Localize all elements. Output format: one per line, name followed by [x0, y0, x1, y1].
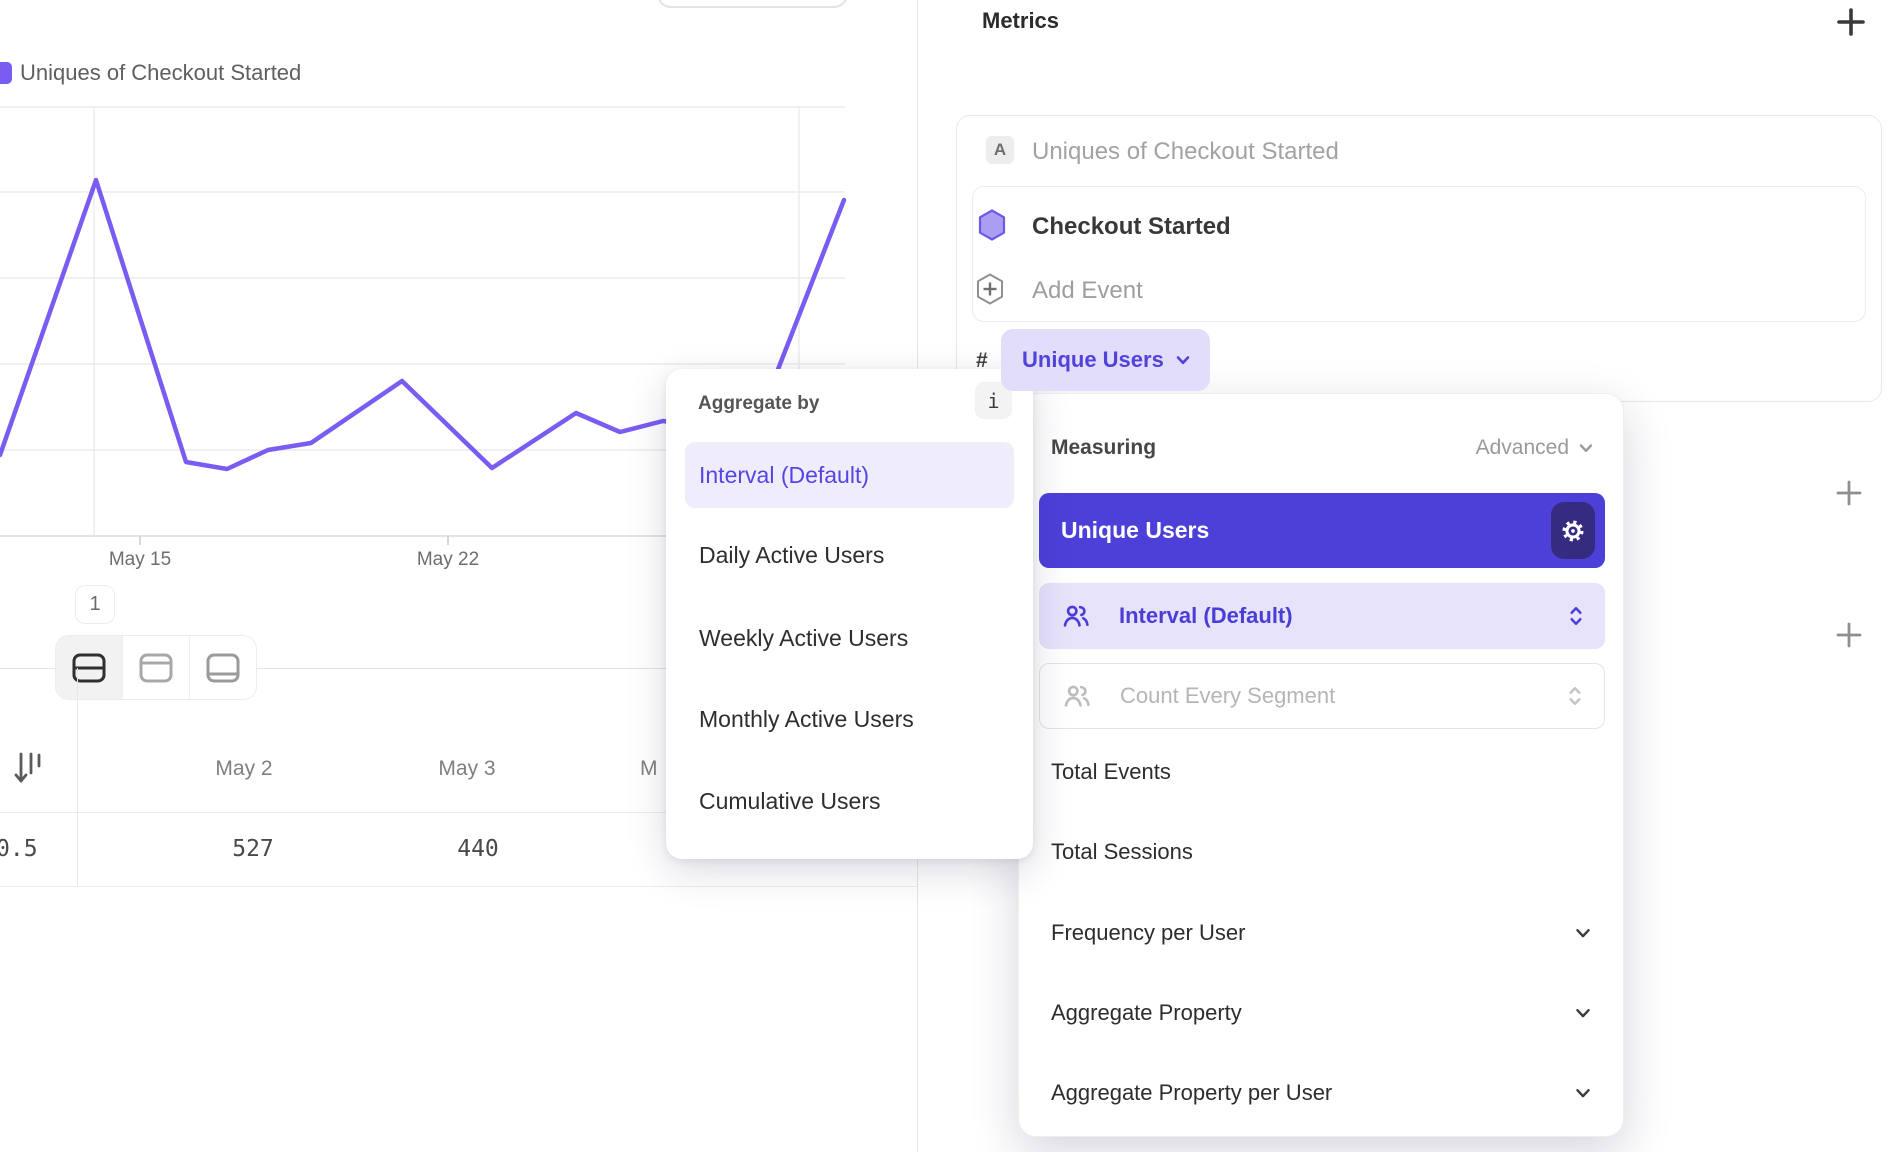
measuring-popover: Measuring Advanced Unique Users: [1018, 393, 1624, 1137]
measuring-option-total-sessions[interactable]: Total Sessions: [1051, 835, 1593, 869]
users-icon: [1061, 601, 1091, 631]
x-tick-may15: May 15: [80, 549, 200, 571]
aggregate-property-label: Aggregate Property: [1051, 1000, 1242, 1026]
aggregate-property-per-user-label: Aggregate Property per User: [1051, 1080, 1332, 1106]
analytics-app: Uniques of Checkout Started May 15 May 2…: [0, 0, 1898, 1152]
layout-toggle-group: [55, 635, 257, 700]
total-events-label: Total Events: [1051, 759, 1171, 785]
measuring-subrow-count-every-segment[interactable]: Count Every Segment: [1039, 663, 1605, 729]
chevron-down-icon: [1573, 923, 1593, 943]
aggregate-option-interval[interactable]: Interval (Default): [685, 442, 1014, 508]
add-section-icon-1[interactable]: [1835, 479, 1863, 507]
gear-icon: [1560, 518, 1586, 544]
unique-users-chip-label: Unique Users: [1022, 347, 1164, 373]
advanced-mode-toggle[interactable]: Advanced: [1476, 436, 1595, 460]
aggregate-option-daily[interactable]: Daily Active Users: [699, 542, 884, 569]
measuring-subrow-interval[interactable]: Interval (Default): [1039, 583, 1605, 649]
selected-option-label: Unique Users: [1061, 517, 1209, 544]
measuring-title: Measuring: [1051, 436, 1156, 460]
measuring-option-unique-users[interactable]: Unique Users: [1039, 493, 1605, 568]
chevron-down-icon: [1573, 1083, 1593, 1103]
x-tick-may22: May 22: [388, 549, 508, 571]
add-event-hexagon-icon[interactable]: [976, 272, 1004, 306]
add-event-button[interactable]: Add Event: [1032, 277, 1143, 305]
metric-name-input[interactable]: Uniques of Checkout Started: [1032, 138, 1339, 166]
users-icon: [1062, 681, 1092, 711]
aggregate-option-monthly[interactable]: Monthly Active Users: [699, 706, 914, 733]
select-arrows-icon: [1566, 683, 1584, 709]
legend-swatch: [0, 62, 12, 84]
metrics-panel-title: Metrics: [982, 8, 1059, 34]
aggregate-by-dropdown: Aggregate by i Interval (Default) Daily …: [666, 369, 1033, 859]
split-view-toggle-icon[interactable]: [56, 636, 122, 699]
table-only-toggle-icon[interactable]: [189, 636, 256, 699]
chart-legend-label: Uniques of Checkout Started: [20, 60, 301, 86]
aggregate-option-weekly[interactable]: Weekly Active Users: [699, 625, 908, 652]
table-row-label: 0.5: [0, 836, 56, 862]
chart-only-toggle-icon[interactable]: [122, 636, 189, 699]
add-section-icon-2[interactable]: [1835, 621, 1863, 649]
clipped-top-button[interactable]: [657, 0, 848, 8]
pagination-badge[interactable]: 1: [75, 585, 115, 624]
counting-prefix: #: [976, 349, 988, 373]
advanced-label: Advanced: [1476, 436, 1569, 460]
total-sessions-label: Total Sessions: [1051, 839, 1193, 865]
add-metric-header-icon[interactable]: [1834, 5, 1868, 39]
table-header-may3[interactable]: May 3: [357, 757, 577, 781]
chevron-down-icon: [1174, 351, 1192, 369]
select-arrows-icon: [1567, 603, 1585, 629]
measuring-option-frequency-per-user[interactable]: Frequency per User: [1051, 916, 1593, 950]
measuring-option-aggregate-property-per-user[interactable]: Aggregate Property per User: [1051, 1076, 1593, 1110]
table-header-may2[interactable]: May 2: [134, 757, 354, 781]
table-cell-may2: 527: [143, 836, 363, 862]
measuring-option-aggregate-property[interactable]: Aggregate Property: [1051, 996, 1593, 1030]
metric-badge: A: [986, 136, 1014, 164]
interval-option-label: Interval (Default): [699, 462, 869, 489]
sort-descending-icon[interactable]: [13, 750, 47, 790]
event-row-checkout-started[interactable]: Checkout Started: [1032, 213, 1231, 241]
measuring-option-total-events[interactable]: Total Events: [1051, 755, 1593, 789]
chevron-down-icon: [1573, 1003, 1593, 1023]
gear-settings-button[interactable]: [1551, 502, 1595, 559]
interval-default-label: Interval (Default): [1119, 603, 1567, 629]
chevron-down-icon: [1577, 439, 1595, 457]
aggregate-option-cumulative[interactable]: Cumulative Users: [699, 788, 881, 815]
count-every-segment-label: Count Every Segment: [1120, 683, 1566, 709]
aggregate-by-title: Aggregate by: [698, 393, 819, 415]
table-cell-may3: 440: [368, 836, 588, 862]
frequency-per-user-label: Frequency per User: [1051, 920, 1245, 946]
unique-users-chip[interactable]: Unique Users: [1001, 329, 1210, 391]
event-hexagon-icon: [978, 208, 1006, 242]
